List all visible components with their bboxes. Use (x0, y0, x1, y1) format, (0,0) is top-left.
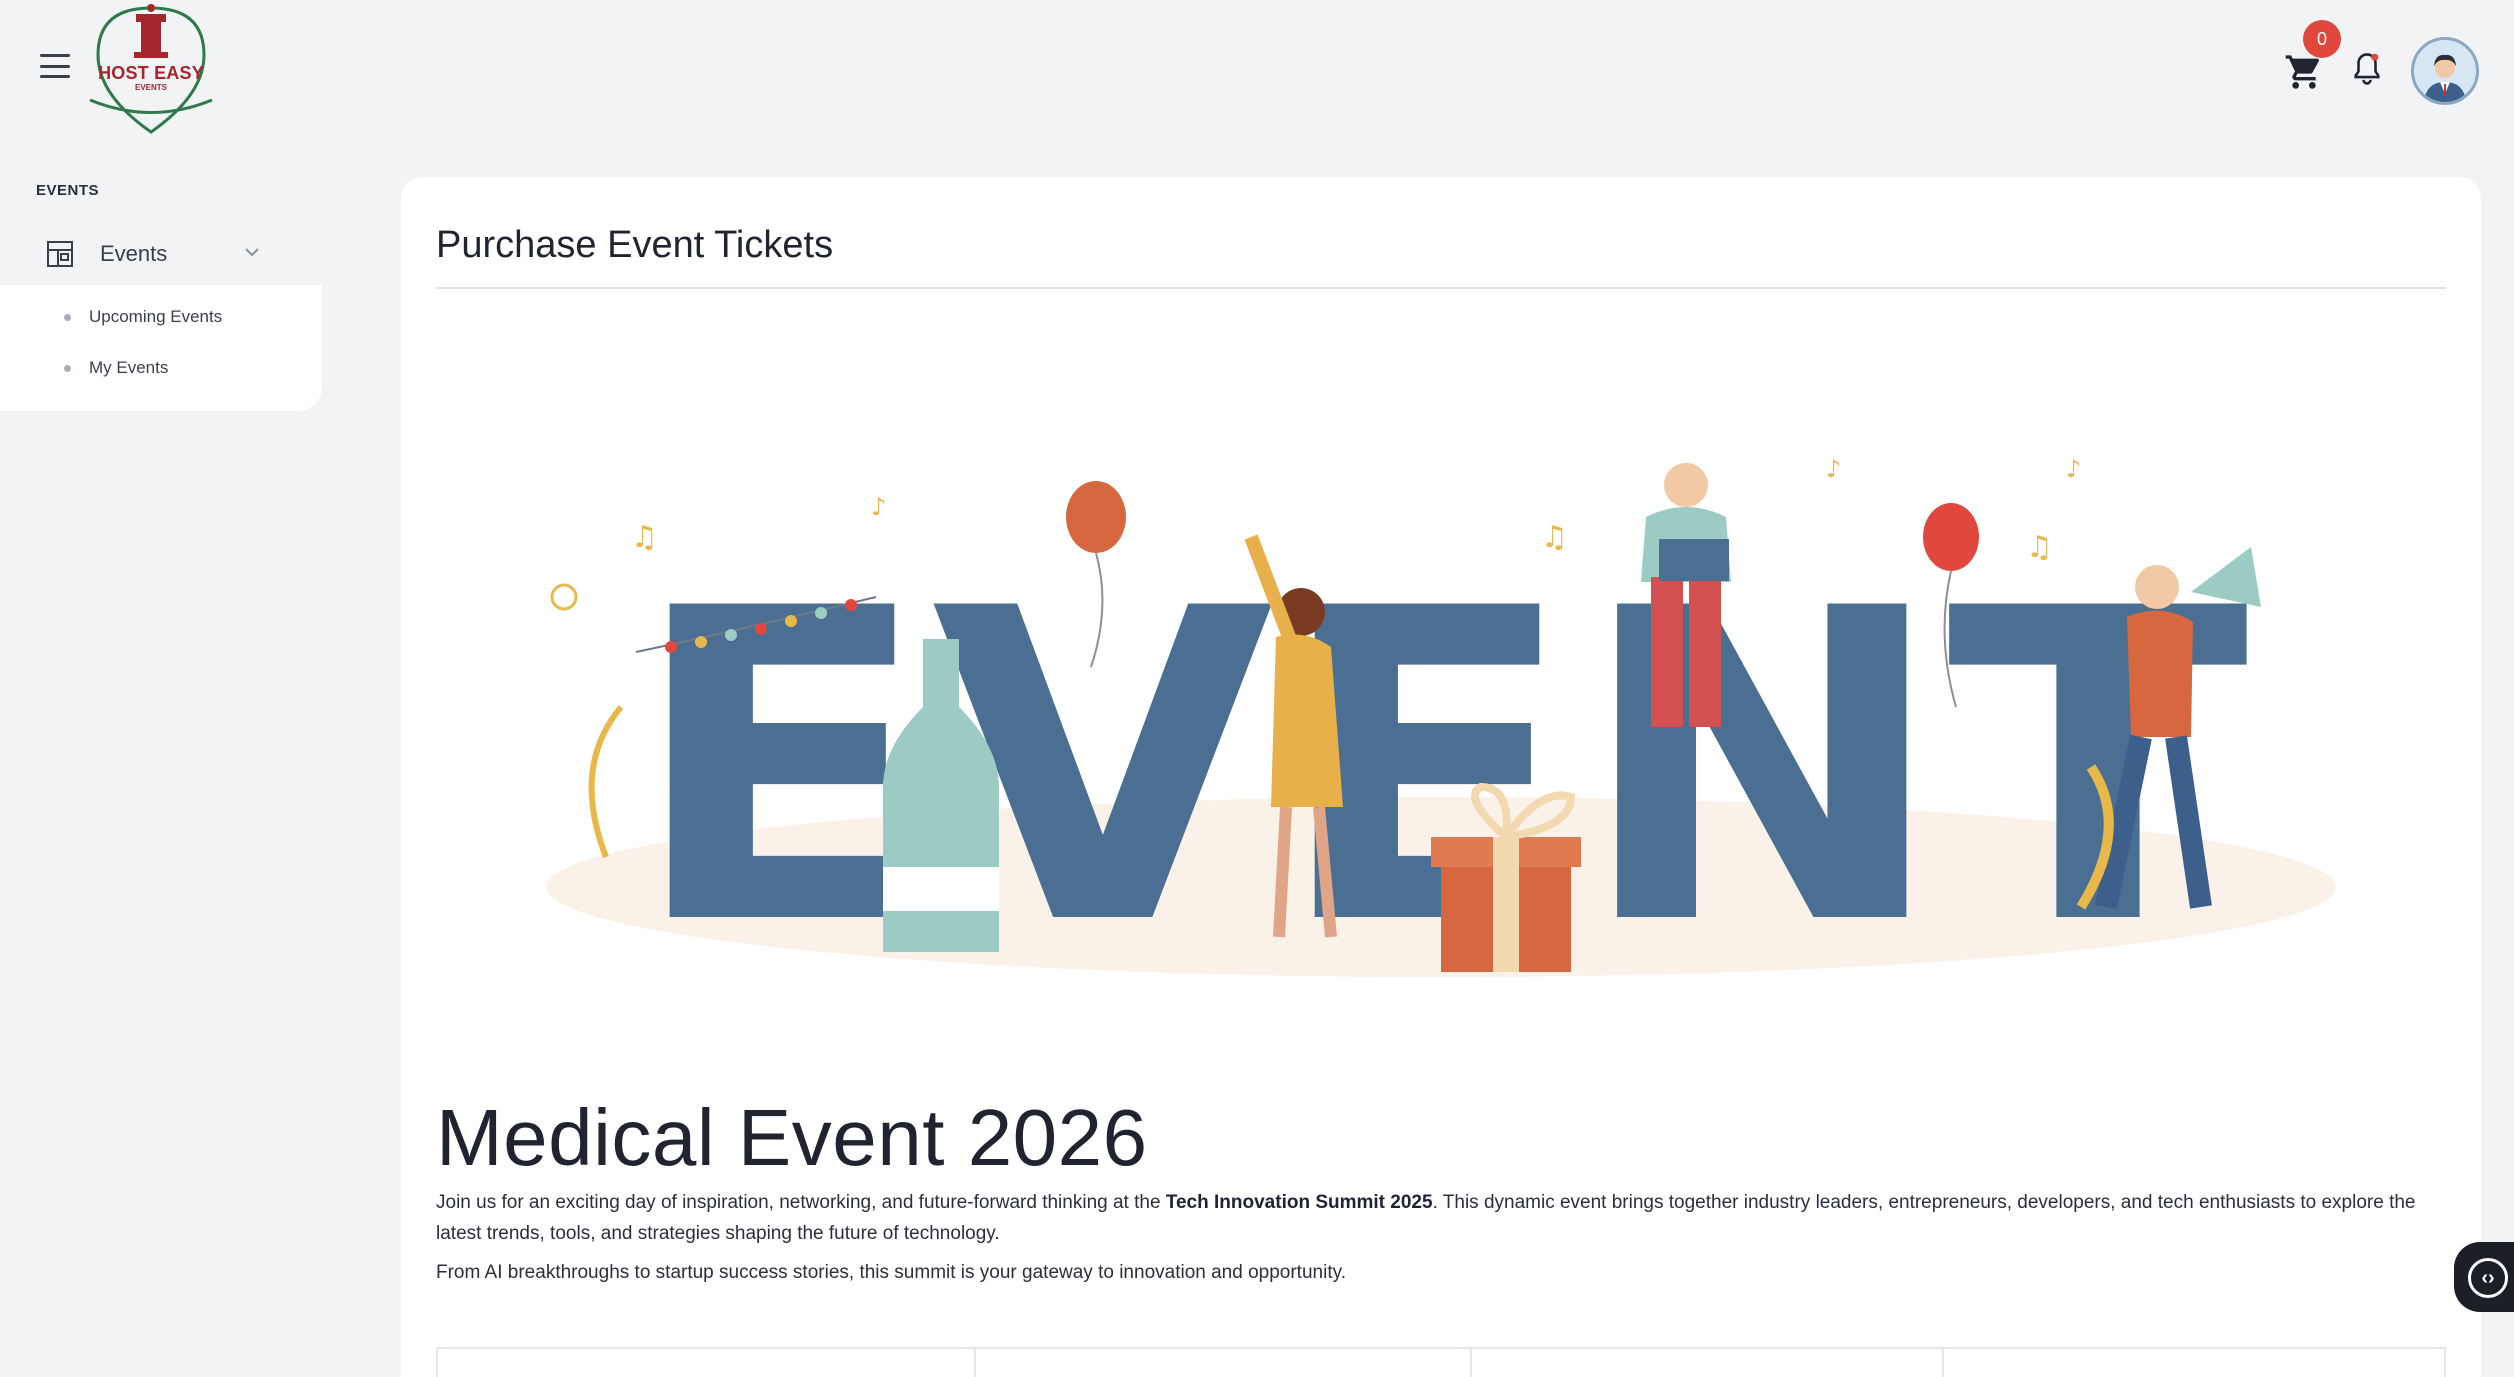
description-text: Join us for an exciting day of inspirati… (436, 1192, 1166, 1213)
notification-bell-icon[interactable] (2350, 50, 2384, 90)
chevron-down-icon (245, 248, 259, 257)
submenu-item-label: Upcoming Events (89, 307, 223, 326)
user-avatar[interactable] (2411, 37, 2479, 105)
bullet-dot (64, 313, 71, 321)
svg-text:♫: ♫ (631, 520, 658, 555)
bullet-dot (64, 364, 71, 372)
event-hero-illustration: EVENT ♫ ♪ ♫ ♪ ♪ ♫ (531, 407, 2351, 1019)
table-column-divider (1942, 1349, 1944, 1377)
svg-text:♫: ♫ (1541, 520, 1568, 555)
sidebar-item-my-events[interactable]: My Events (64, 353, 168, 383)
hamburger-menu-icon[interactable] (40, 54, 70, 78)
ticket-table (436, 1347, 2446, 1377)
top-bar: HOST EASY EVENTS 0 (0, 0, 2514, 150)
logo-title: HOST EASY (98, 63, 204, 83)
sidebar-item-label: Events (100, 241, 168, 266)
logo-subtitle: EVENTS (134, 83, 167, 92)
event-description: Join us for an exciting day of inspirati… (436, 1187, 2446, 1249)
sidebar-item-upcoming-events[interactable]: Upcoming Events (64, 302, 222, 332)
svg-text:♫: ♫ (2026, 530, 2053, 565)
user-portrait-icon (2414, 40, 2476, 102)
sidebar-section-label: EVENTS (36, 182, 100, 199)
page-title: Purchase Event Tickets (436, 224, 834, 266)
svg-text:♪: ♪ (871, 493, 886, 521)
host-easy-logo[interactable]: HOST EASY EVENTS (86, 0, 216, 140)
shopping-cart-icon[interactable] (2284, 52, 2324, 92)
title-divider (436, 287, 2446, 289)
hero-event-letters: EVENT (629, 519, 2251, 1017)
event-title: Medical Event 2026 (436, 1093, 1148, 1182)
events-submenu: Upcoming Events My Events (0, 285, 322, 411)
submenu-item-label: My Events (89, 358, 169, 377)
main-content-card: Purchase Event Tickets EVENT ♫ ♪ ♫ ♪ ♪ ♫… (401, 177, 2481, 1377)
event-description-secondary: From AI breakthroughs to startup success… (436, 1262, 1346, 1283)
svg-text:♪: ♪ (1826, 455, 1841, 483)
floating-widget-button[interactable]: ‹› (2454, 1242, 2514, 1312)
sidebar-item-events[interactable]: Events (0, 226, 322, 282)
dashboard-layout-icon (47, 241, 73, 267)
code-toggle-icon: ‹› (2468, 1258, 2508, 1298)
table-column-divider (974, 1349, 976, 1377)
summit-name: Tech Innovation Summit 2025 (1165, 1192, 1433, 1213)
cart-count-badge: 0 (2303, 20, 2341, 58)
table-column-divider (1470, 1349, 1472, 1377)
svg-text:♪: ♪ (2066, 455, 2081, 483)
